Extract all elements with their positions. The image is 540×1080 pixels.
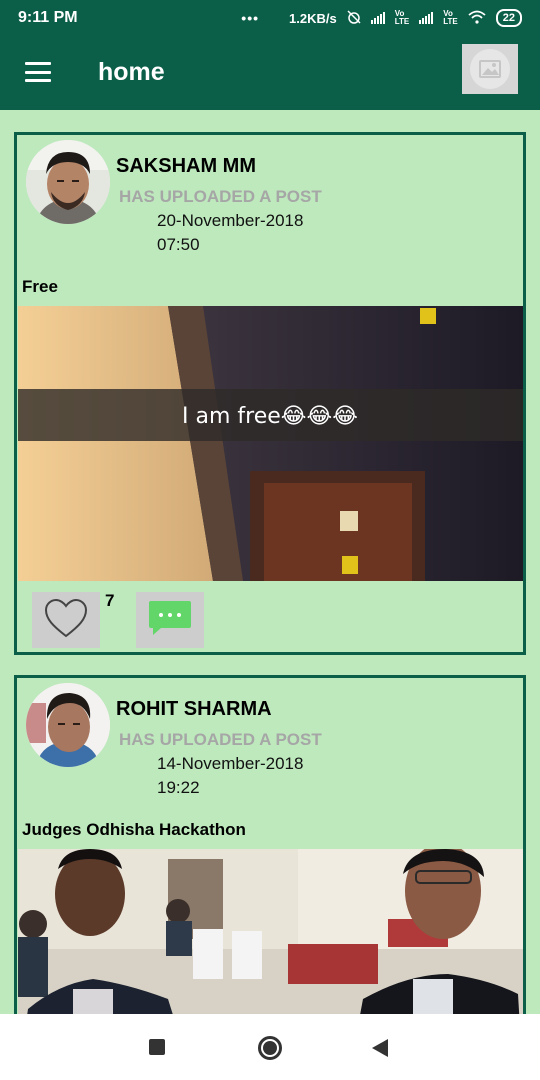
- network-speed: 1.2KB/s: [289, 10, 337, 26]
- comment-button[interactable]: [136, 592, 204, 648]
- like-count: 7: [105, 591, 115, 610]
- heart-icon: [43, 597, 89, 644]
- battery-icon: 22: [495, 9, 522, 27]
- post-date: 20-November-2018: [157, 211, 304, 230]
- home-circle-icon[interactable]: [258, 1036, 282, 1060]
- upload-status: HAS UPLOADED A POST: [119, 187, 322, 206]
- signal-icon: [370, 12, 385, 24]
- post-caption: Judges Odhisha Hackathon: [22, 820, 246, 839]
- page-title: home: [98, 58, 165, 86]
- user-name[interactable]: SAKSHAM MM: [116, 155, 256, 178]
- profile-image-button[interactable]: [462, 44, 518, 94]
- status-bar: 9:11 PM ••• 1.2KB/s Vo LTE Vo LTE 22: [0, 0, 540, 36]
- user-name[interactable]: ROHIT SHARMA: [116, 698, 272, 721]
- volte-icon-2: Vo LTE: [443, 9, 458, 26]
- post-card: ROHIT SHARMA HAS UPLOADED A POST 14-Nove…: [14, 675, 526, 1014]
- wifi-icon: [468, 10, 486, 27]
- alarm-off-icon: [347, 9, 361, 27]
- status-dots: •••: [241, 10, 260, 26]
- post-time: 19:22: [157, 778, 200, 797]
- post-date: 14-November-2018: [157, 754, 304, 773]
- avatar[interactable]: [26, 683, 110, 767]
- post-caption: Free: [22, 277, 58, 296]
- recent-apps-icon[interactable]: [149, 1039, 165, 1055]
- post-time: 07:50: [157, 235, 200, 254]
- upload-status: HAS UPLOADED A POST: [119, 730, 322, 749]
- image-icon: [470, 49, 510, 89]
- menu-icon[interactable]: [25, 62, 51, 82]
- back-triangle-icon[interactable]: [372, 1039, 388, 1057]
- post-card: SAKSHAM MM HAS UPLOADED A POST 20-Novemb…: [14, 132, 526, 655]
- post-image[interactable]: I am free😂😂😂: [18, 306, 523, 581]
- system-nav-bar: [0, 1014, 540, 1080]
- signal-icon-2: [419, 12, 434, 24]
- status-time: 9:11 PM: [18, 9, 78, 26]
- comment-icon: [147, 598, 193, 643]
- volte-icon: Vo LTE: [394, 9, 410, 26]
- app-bar: home: [0, 36, 540, 110]
- image-overlay-text: I am free😂😂😂: [182, 404, 358, 429]
- status-icons: ••• 1.2KB/s Vo LTE Vo LTE 22: [241, 9, 522, 27]
- avatar[interactable]: [26, 140, 110, 224]
- like-button[interactable]: [32, 592, 100, 648]
- post-feed[interactable]: SAKSHAM MM HAS UPLOADED A POST 20-Novemb…: [0, 110, 540, 1014]
- post-image[interactable]: [18, 849, 523, 1014]
